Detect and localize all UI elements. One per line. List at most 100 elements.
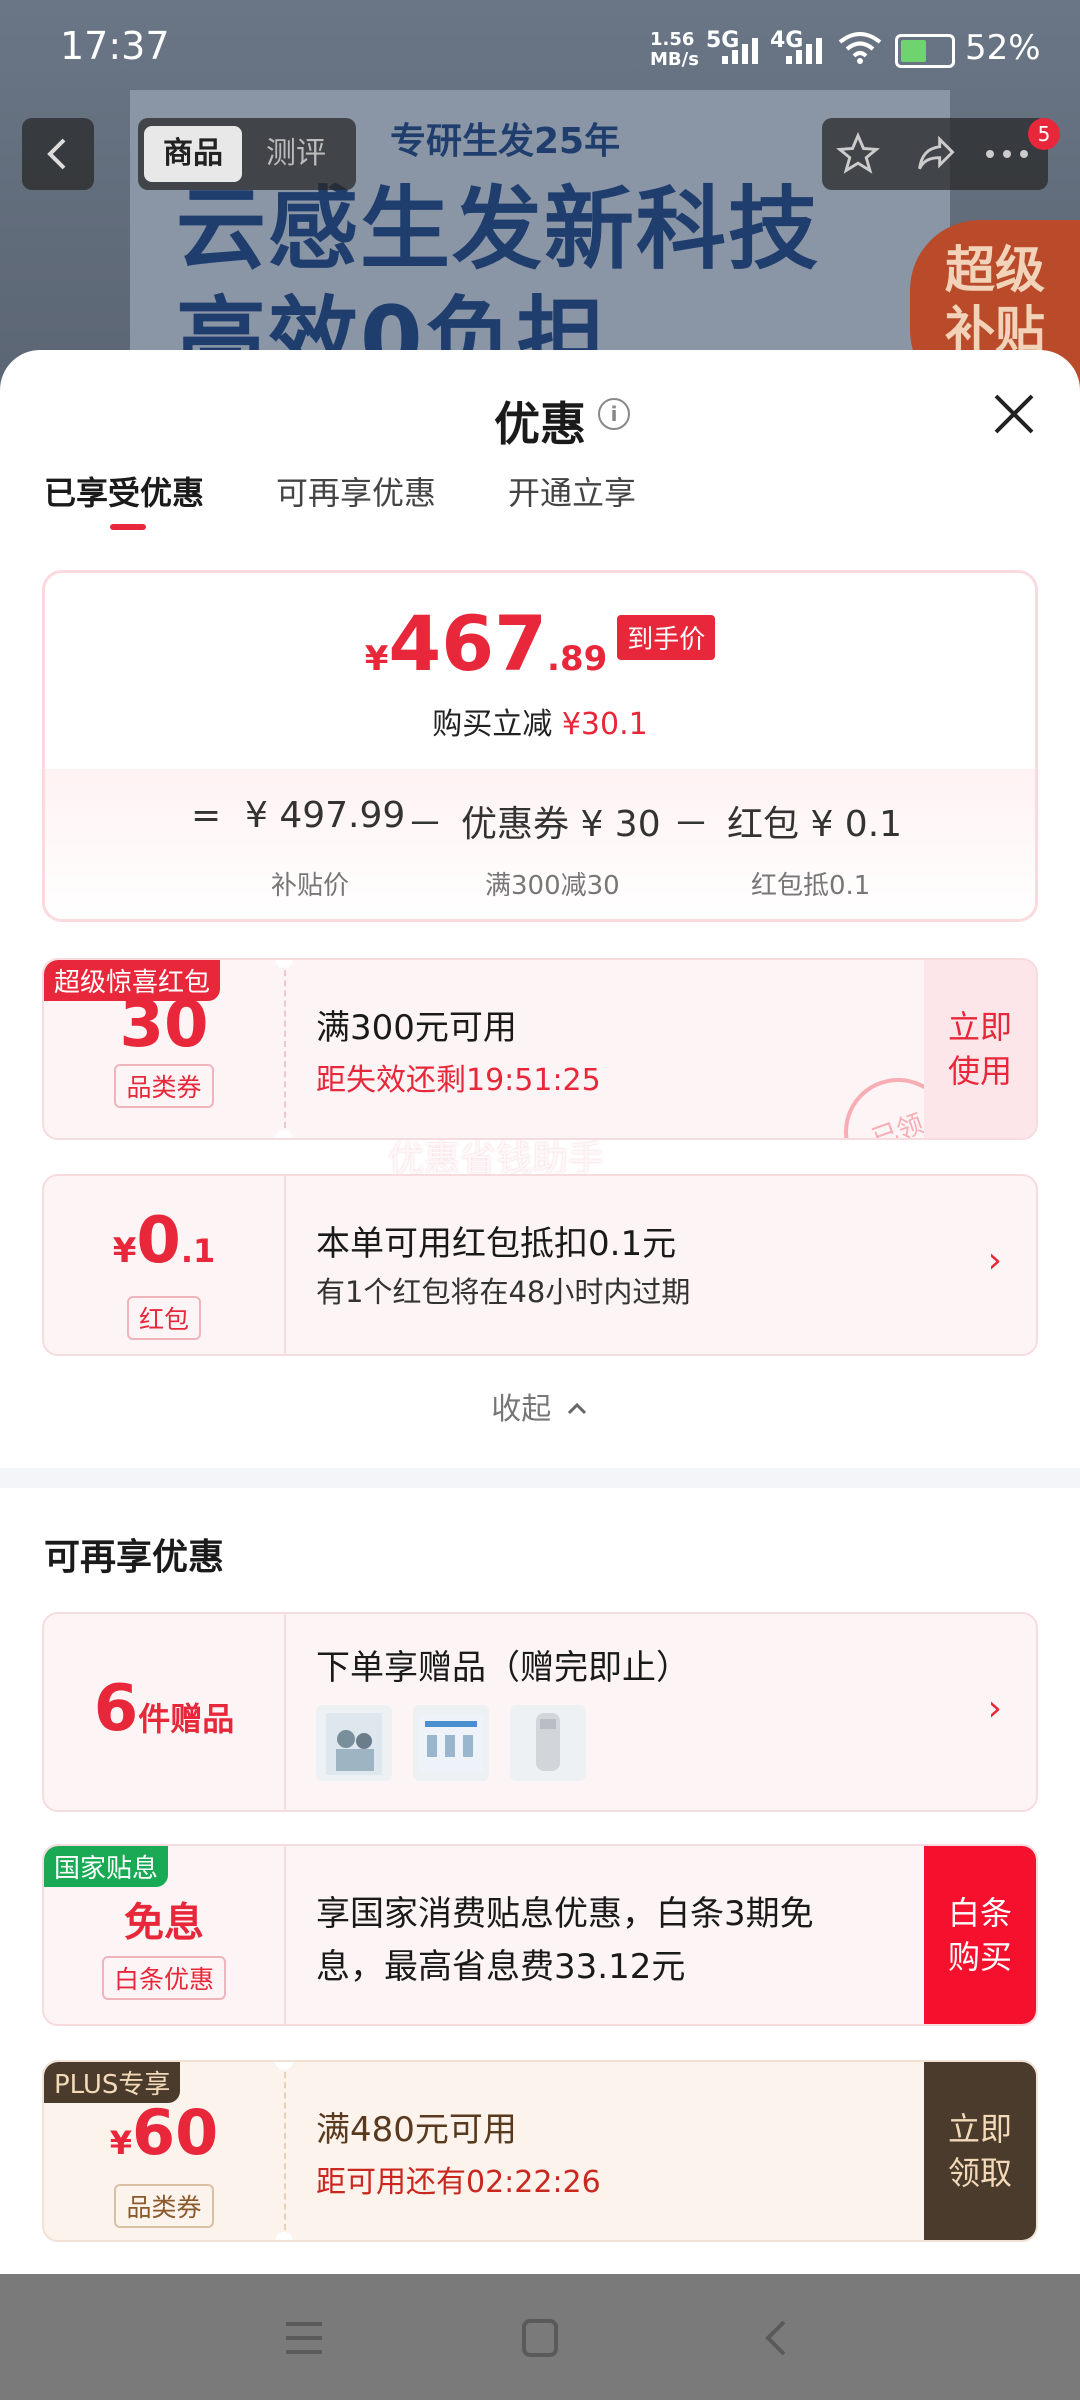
star-icon[interactable]: [836, 132, 880, 176]
coupon-part: 优惠券 ¥ 30: [461, 804, 661, 845]
gift-card[interactable]: 6件赠品 下单享赠品（赠完即止） ›: [42, 1612, 1038, 1812]
chevron-left-icon: [47, 138, 66, 170]
base-price: ¥ 497.99: [245, 795, 406, 836]
plus-exclusive-tag: PLUS专享: [44, 2062, 181, 2103]
interest-free-desc-1: 享国家消费贴息优惠，白条3期免: [316, 1894, 814, 1934]
coupon-divider: [284, 2062, 286, 2240]
claim-now-label-1: 立即: [947, 2110, 1012, 2148]
coupon-details: 满300元可用 距失效还剩19:51:25: [316, 1000, 601, 1099]
gift-thumbnail[interactable]: [316, 1705, 392, 1781]
back-icon[interactable]: [754, 2318, 798, 2358]
redpacket-amount: ¥0.1: [44, 1206, 284, 1292]
discount-sheet: 优惠 i 已享受优惠 可再享优惠 开通立享 ¥467.89 到手价 购买立减 ¥3…: [0, 350, 1080, 2274]
status-bar: 17:37 1.56 MB/s 5G 4G 52%: [0, 0, 1080, 100]
tab-indicator: [110, 524, 146, 530]
price-decimal: .89: [547, 639, 608, 679]
battery-percent: 52%: [965, 28, 1041, 68]
redpacket-amount-int: 0: [136, 1204, 181, 1278]
interest-free-desc-2: 息，最高省息费33.12元: [316, 1947, 686, 1987]
back-button[interactable]: [22, 118, 94, 190]
battery-icon: [895, 34, 955, 68]
sheet-title: 优惠: [494, 397, 586, 451]
more-icon[interactable]: [982, 140, 1032, 168]
card-divider: [284, 1614, 286, 1810]
plus-coupon-amount-number: 60: [131, 2096, 219, 2169]
save-line: 购买立减 ¥30.1: [45, 699, 1035, 743]
base-price-label: 补贴价: [271, 871, 350, 901]
redpacket-details: 本单可用红包抵扣0.1元 有1个红包将在48小时内过期: [316, 1216, 690, 1311]
net-speed: 1.56 MB/s: [650, 30, 699, 70]
baitiao-buy-label-1: 白条: [947, 1894, 1012, 1932]
clock: 17:37: [60, 24, 170, 68]
claim-now-button[interactable]: 立即 领取: [924, 2062, 1036, 2240]
tab-activate[interactable]: 开通立享: [508, 468, 636, 514]
tab-more-available[interactable]: 可再享优惠: [276, 468, 436, 514]
coupon-card[interactable]: 30 品类券 超级惊喜红包 满300元可用 距失效还剩19:51:25 已领 立…: [42, 958, 1038, 1140]
menu-icon[interactable]: [282, 2318, 326, 2358]
price-summary-card: ¥467.89 到手价 购买立减 ¥30.1 = ¥ 497.99 － 优惠券 ¥…: [42, 570, 1038, 922]
gift-count-value: 6件赠品: [44, 1672, 284, 1746]
interest-free-label: 免息: [124, 1900, 204, 1946]
banner-headline-1: 云感生发新科技: [176, 177, 820, 282]
home-icon[interactable]: [518, 2318, 562, 2358]
close-icon[interactable]: [990, 390, 1038, 438]
use-now-label-1: 立即: [947, 1008, 1012, 1046]
redpacket-amount-dec: .1: [180, 1232, 216, 1270]
net-speed-unit: MB/s: [650, 49, 699, 70]
gift-count: 6件赠品: [44, 1614, 284, 1810]
minus-sign: －: [407, 804, 444, 845]
equals-sign: =: [191, 795, 222, 836]
gift-thumbnail[interactable]: [413, 1705, 490, 1781]
redpacket-type: 红包: [126, 1296, 201, 1340]
coupon-type: 品类券: [114, 1064, 214, 1108]
redpacket-card[interactable]: ¥0.1 红包 本单可用红包抵扣0.1元 有1个红包将在48小时内过期 ›: [42, 1174, 1038, 1356]
share-icon[interactable]: [914, 132, 958, 176]
coupon-countdown: 距失效还剩19:51:25: [316, 1063, 601, 1098]
baitiao-buy-label-2: 购买: [947, 1938, 1012, 1976]
surprise-redpacket-tag: 超级惊喜红包: [44, 960, 221, 1001]
plus-coupon-card[interactable]: ¥60 品类券 PLUS专享 满480元可用 距可用还有02:22:26 立即 …: [42, 2060, 1038, 2242]
collapse-label: 收起: [491, 1392, 552, 1427]
baitiao-discount-tag: 白条优惠: [101, 1956, 226, 2000]
net-speed-value: 1.56: [650, 29, 695, 50]
tab-product[interactable]: 商品: [144, 126, 242, 182]
redpacket-value: ¥0.1 红包: [44, 1176, 284, 1354]
gift-details: 下单享赠品（赠完即止）: [316, 1640, 690, 1785]
currency-symbol: ¥: [109, 2124, 132, 2162]
use-now-button[interactable]: 立即 使用: [924, 960, 1036, 1138]
gift-thumbnail[interactable]: [510, 1705, 587, 1781]
redpacket-part: 红包 ¥ 0.1: [727, 804, 903, 845]
plus-coupon-countdown: 距可用还有02:22:26: [316, 2165, 601, 2200]
baitiao-buy-button[interactable]: 白条 购买: [924, 1846, 1036, 2024]
sheet-header: 优惠 i: [0, 350, 1080, 480]
badge-line-1: 超级: [945, 241, 1045, 299]
gift-thumbnails: [316, 1705, 690, 1785]
chevron-up-icon: [567, 1402, 586, 1415]
wifi-icon: [838, 32, 882, 64]
section-divider: [0, 1468, 1080, 1488]
coupon-label: 满300减30: [485, 871, 620, 901]
tab-review[interactable]: 测评: [266, 126, 326, 182]
signal-icon: [786, 34, 826, 64]
redpacket-label: 红包抵0.1: [751, 871, 871, 901]
interest-free-card[interactable]: 免息 白条优惠 国家贴息 享国家消费贴息优惠，白条3期免 息，最高省息费33.1…: [42, 1844, 1038, 2026]
save-amount: ¥30.1: [561, 707, 648, 742]
plus-coupon-details: 满480元可用 距可用还有02:22:26: [316, 2102, 601, 2201]
top-actions: [822, 118, 1048, 190]
currency-symbol: ¥: [112, 1231, 137, 1271]
coupon-notch: [275, 1130, 293, 1138]
plus-coupon-condition: 满480元可用: [316, 2110, 517, 2150]
tab-enjoyed[interactable]: 已享受优惠: [44, 468, 204, 514]
use-now-label-2: 使用: [947, 1052, 1012, 1090]
chevron-right-icon: ›: [987, 1240, 1002, 1281]
info-icon[interactable]: i: [598, 398, 630, 430]
redpacket-expiry: 有1个红包将在48小时内过期: [316, 1275, 691, 1309]
card-divider: [284, 1846, 286, 2024]
claim-now-label-2: 领取: [947, 2154, 1012, 2192]
collapse-button[interactable]: 收起: [0, 1384, 1080, 1428]
final-price: ¥467.89 到手价: [45, 599, 1035, 688]
price-integer: 467: [388, 599, 548, 688]
coupon-divider: [284, 960, 286, 1138]
gift-unit: 件赠品: [138, 1700, 235, 1738]
save-label: 购买立减: [432, 707, 553, 742]
